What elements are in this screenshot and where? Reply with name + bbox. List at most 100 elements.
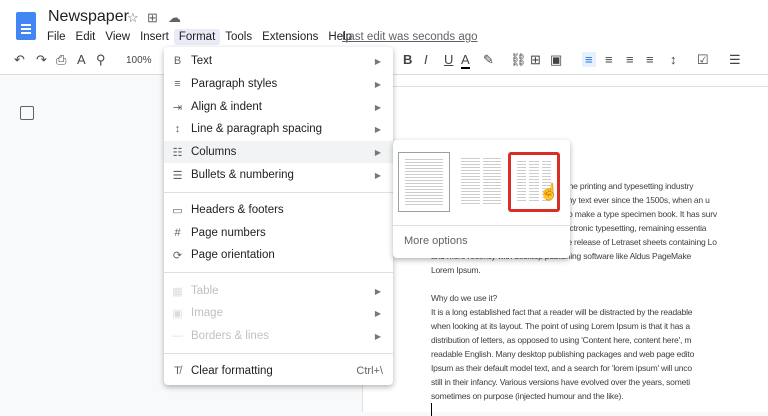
menu-item-label: Bullets & numbering bbox=[191, 169, 294, 181]
docs-logo-icon[interactable] bbox=[16, 12, 36, 40]
document-line: It is a long established fact that a rea… bbox=[431, 307, 693, 317]
menu-tools[interactable]: Tools bbox=[220, 29, 257, 45]
submenu-arrow-icon: ▶ bbox=[374, 308, 381, 318]
align-left-icon[interactable]: ≡ bbox=[582, 52, 596, 67]
submenu-arrow-icon: ▶ bbox=[374, 102, 381, 112]
menu-item-label: Page numbers bbox=[191, 227, 266, 239]
borders-lines-icon: — bbox=[172, 330, 183, 342]
table-icon: ▦ bbox=[172, 285, 183, 298]
paragraph-styles-icon: ≡ bbox=[174, 78, 181, 90]
comment-icon[interactable]: ⊞ bbox=[530, 52, 541, 68]
menu-item-label: Clear formatting bbox=[191, 365, 273, 377]
text-color-icon[interactable]: A bbox=[461, 52, 470, 69]
columns-icon: ☷ bbox=[172, 146, 183, 159]
document-line: Lorem Ipsum. bbox=[431, 265, 481, 275]
menu-format[interactable]: Format bbox=[173, 29, 221, 45]
format-menu-item-paragraph-styles[interactable]: ≡ Paragraph styles ▶ bbox=[164, 73, 393, 95]
print-icon[interactable]: ⎙ bbox=[56, 52, 66, 68]
last-edit-link[interactable]: Last edit was seconds ago bbox=[342, 31, 478, 43]
document-line: readable English. Many desktop publishin… bbox=[431, 349, 695, 359]
menu-item-label: Columns bbox=[191, 146, 237, 158]
cloud-status-icon[interactable]: ☁ bbox=[168, 10, 181, 26]
submenu-arrow-icon: ▶ bbox=[374, 79, 381, 89]
move-folder-icon[interactable]: ⊞ bbox=[147, 10, 158, 26]
align-right-icon[interactable]: ≡ bbox=[626, 52, 634, 67]
document-title[interactable]: Newspaper bbox=[48, 8, 129, 26]
menu-file[interactable]: File bbox=[42, 29, 71, 45]
menu-item-label: Page orientation bbox=[191, 249, 275, 261]
text-icon: B bbox=[173, 55, 182, 67]
menu-item-label: Image bbox=[191, 307, 223, 319]
menu-view[interactable]: View bbox=[100, 29, 135, 45]
format-menu-item-borders-lines: — Borders & lines ▶ bbox=[164, 325, 393, 347]
document-line: when looking at its layout. The point of… bbox=[431, 321, 690, 331]
menu-separator bbox=[164, 272, 393, 273]
submenu-arrow-icon: ▶ bbox=[374, 147, 381, 157]
document-line: Ipsum as their default model text, and a… bbox=[431, 363, 692, 373]
star-icon[interactable]: ☆ bbox=[127, 10, 139, 26]
zoom-select[interactable]: 100% bbox=[126, 55, 152, 66]
menu-item-label: Borders & lines bbox=[191, 330, 269, 342]
format-menu-item-clear-formatting[interactable]: T̸ Clear formatting Ctrl+\ bbox=[164, 360, 393, 382]
one-column-option[interactable] bbox=[398, 152, 450, 212]
format-menu-item-bullets-numbering[interactable]: ☰ Bullets & numbering ▶ bbox=[164, 164, 393, 186]
more-options-item[interactable]: More options bbox=[404, 235, 468, 247]
menu-item-label: Headers & footers bbox=[191, 204, 284, 216]
two-column-option[interactable] bbox=[455, 152, 507, 212]
format-menu-item-page-orientation[interactable]: ⟳ Page orientation bbox=[164, 244, 393, 266]
submenu-arrow-icon: ▶ bbox=[374, 331, 381, 341]
format-menu-item-page-numbers[interactable]: # Page numbers bbox=[164, 222, 393, 244]
format-menu-item-line-paragraph-spacing[interactable]: ↕ Line & paragraph spacing ▶ bbox=[164, 118, 393, 140]
menu-separator bbox=[164, 192, 393, 193]
image-icon[interactable]: ▣ bbox=[550, 52, 562, 68]
align-indent-icon: ⇥ bbox=[172, 101, 183, 114]
italic-icon[interactable]: I bbox=[424, 52, 428, 67]
checklist-icon[interactable]: ☑ bbox=[697, 52, 709, 68]
menu-edit[interactable]: Edit bbox=[71, 29, 101, 45]
menu-insert[interactable]: Insert bbox=[135, 29, 174, 45]
menu-item-label: Text bbox=[191, 55, 213, 67]
document-outline-icon[interactable] bbox=[20, 106, 34, 120]
link-icon[interactable]: ⛓ bbox=[510, 52, 527, 68]
spellcheck-icon[interactable]: A bbox=[77, 52, 86, 67]
document-line: still in their infancy. Various versions… bbox=[431, 377, 690, 387]
hand-cursor-icon: ☝ bbox=[539, 184, 559, 201]
line-paragraph-spacing-icon: ↕ bbox=[174, 123, 181, 135]
menu-extensions[interactable]: Extensions bbox=[257, 29, 323, 45]
page-numbers-icon: # bbox=[174, 227, 181, 239]
menu-item-label: Paragraph styles bbox=[191, 78, 278, 90]
bold-icon[interactable]: B bbox=[403, 52, 412, 67]
undo-icon[interactable]: ↶ bbox=[14, 52, 25, 68]
submenu-arrow-icon: ▶ bbox=[374, 56, 381, 66]
highlight-icon[interactable]: ✎ bbox=[483, 52, 494, 68]
align-center-icon[interactable]: ≡ bbox=[605, 52, 613, 67]
format-menu-item-columns[interactable]: ☷ Columns ▶ bbox=[164, 141, 393, 163]
format-menu-item-text[interactable]: B Text ▶ bbox=[164, 50, 393, 72]
format-menu: B Text ▶ ≡ Paragraph styles ▶ ⇥ Align & indent ▶… bbox=[164, 47, 393, 385]
submenu-arrow-icon: ▶ bbox=[374, 286, 381, 296]
underline-icon[interactable]: U bbox=[444, 52, 453, 67]
justify-icon[interactable]: ≡ bbox=[646, 52, 654, 67]
bullets-numbering-icon: ☰ bbox=[172, 169, 183, 182]
menu-item-label: Align & indent bbox=[191, 101, 262, 113]
line-spacing-icon[interactable]: ↕ bbox=[670, 52, 677, 67]
format-menu-item-image: ▣ Image ▶ bbox=[164, 302, 393, 324]
menu-bar: File Edit View Insert Format Tools Exten… bbox=[42, 29, 357, 45]
text-cursor bbox=[431, 403, 432, 416]
shortcut-label: Ctrl+\ bbox=[356, 365, 383, 377]
submenu-arrow-icon: ▶ bbox=[374, 170, 381, 180]
document-line: distribution of letters, as opposed to u… bbox=[431, 335, 692, 345]
ruler[interactable] bbox=[362, 75, 768, 87]
format-menu-item-align-indent[interactable]: ⇥ Align & indent ▶ bbox=[164, 96, 393, 118]
document-line: sometimes on purpose (injected humour an… bbox=[431, 391, 624, 401]
menu-item-label: Table bbox=[191, 285, 219, 297]
clear-formatting-icon: T̸ bbox=[174, 365, 181, 377]
format-menu-item-headers-footers[interactable]: ▭ Headers & footers bbox=[164, 199, 393, 221]
submenu-arrow-icon: ▶ bbox=[374, 124, 381, 134]
paint-format-icon[interactable]: ⚲ bbox=[96, 52, 106, 68]
bullet-list-icon[interactable]: ☰ bbox=[729, 52, 741, 68]
menu-item-label: Line & paragraph spacing bbox=[191, 123, 323, 135]
image-icon: ▣ bbox=[172, 307, 183, 320]
redo-icon[interactable]: ↷ bbox=[36, 52, 47, 68]
